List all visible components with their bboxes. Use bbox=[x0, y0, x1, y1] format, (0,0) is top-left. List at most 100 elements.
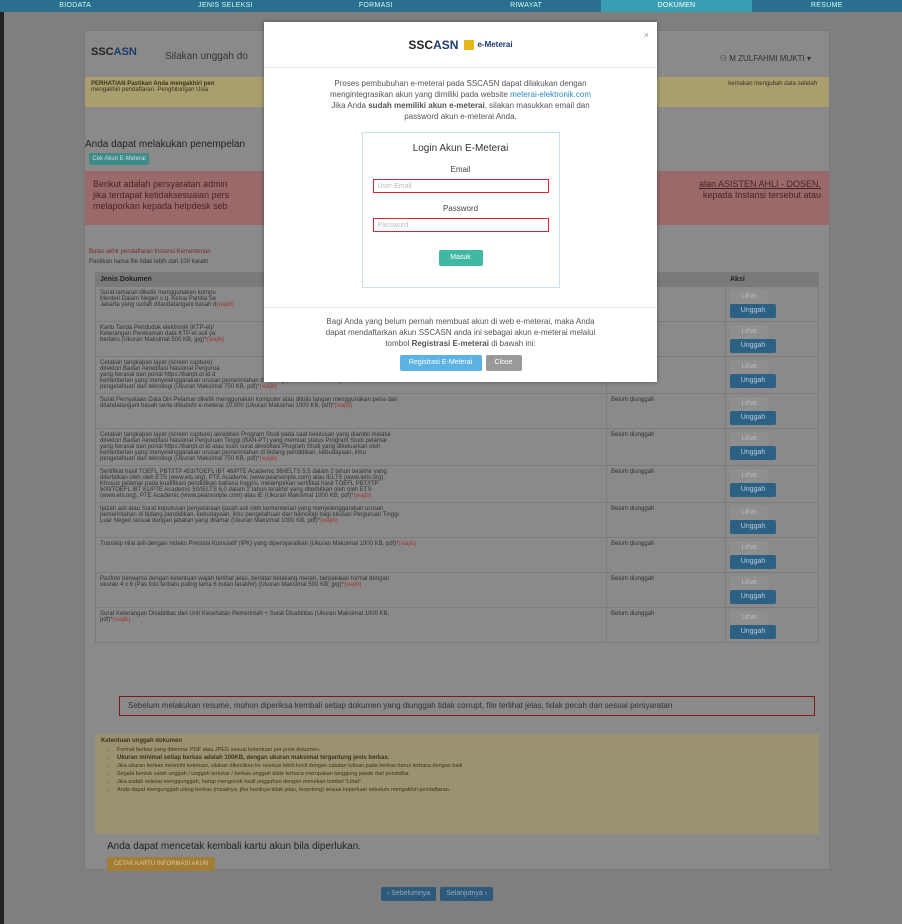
step-dokumen[interactable]: DOKUMEN bbox=[601, 0, 752, 12]
table-row: Cetakan tangkapan layar (screen capture)… bbox=[95, 428, 819, 466]
document-actions: LihatUnggah bbox=[725, 465, 819, 503]
unggah-button[interactable]: Unggah bbox=[730, 483, 776, 497]
ketentuan-item: Anda dapat mengunggah ulang berkas (misa… bbox=[117, 786, 813, 794]
document-description: Pasfoto berwarna dengan ketentuan wajah … bbox=[95, 572, 607, 608]
unggah-button[interactable]: Unggah bbox=[730, 555, 776, 569]
lihat-button[interactable]: Lihat bbox=[730, 506, 768, 520]
emeterai-icon bbox=[464, 39, 475, 50]
resume-warning: Sebelum melakukan resume, mohon diperiks… bbox=[119, 696, 815, 716]
deadline-note: Batas akhir pendaftaran Instansi Kemente… bbox=[89, 249, 211, 255]
filename-note: Pastikan nama file tidak lebih dari 100 … bbox=[89, 259, 209, 265]
password-label: Password bbox=[442, 204, 479, 213]
modal-footer: Bagi Anda yang belum pernah membuat akun… bbox=[264, 307, 657, 371]
unggah-button[interactable]: Unggah bbox=[730, 304, 776, 318]
page-instruction: Silakan unggah do bbox=[165, 51, 248, 62]
close-button[interactable]: Close bbox=[485, 355, 522, 371]
wajib-label: (wajib) bbox=[259, 384, 278, 390]
step-bar: BIODATA JENIS SELEKSI FORMASI RIWAYAT DOKUME… bbox=[0, 0, 902, 12]
cek-akun-emeterai-button[interactable]: Cek Akun E-Meterai bbox=[89, 153, 149, 165]
login-title: Login Akun E-Meterai bbox=[412, 143, 509, 154]
lihat-button[interactable]: Lihat bbox=[730, 469, 768, 483]
step-formasi[interactable]: FORMASI bbox=[301, 0, 451, 12]
table-row: Ijazah asli atau Surat keputusan penyeta… bbox=[95, 502, 819, 538]
modal-body: Proses pembubuhan e-meterai pada SSCASN … bbox=[264, 68, 657, 288]
wajib-label: (wajib) bbox=[206, 337, 225, 343]
lihat-button[interactable]: Lihat bbox=[730, 360, 768, 374]
wajib-label: (wajib) bbox=[334, 403, 353, 409]
cetak-kartu-button[interactable]: CETAK KARTU INFORMASI AKUN bbox=[107, 857, 215, 871]
step-resume[interactable]: RESUME bbox=[752, 0, 902, 12]
wajib-label: (wajib) bbox=[398, 541, 417, 547]
sscasn-logo: SSCASN bbox=[408, 37, 459, 52]
wajib-label: (wajib) bbox=[353, 493, 372, 499]
email-field[interactable]: User Email bbox=[372, 179, 549, 193]
lihat-button[interactable]: Lihat bbox=[730, 576, 768, 590]
table-row: Surat Keterangan Disabilitas dari Unit K… bbox=[95, 607, 819, 643]
document-description: Surat Keterangan Disabilitas dari Unit K… bbox=[95, 607, 607, 643]
wajib-label: (wajib) bbox=[343, 582, 362, 588]
step-jenis-seleksi[interactable]: JENIS SELEKSI bbox=[150, 0, 300, 12]
step-biodata[interactable]: BIODATA bbox=[0, 0, 150, 12]
step-riwayat[interactable]: RIWAYAT bbox=[451, 0, 601, 12]
meterai-link[interactable]: meterai-elektronik.com bbox=[510, 90, 591, 99]
lihat-button[interactable]: Lihat bbox=[730, 432, 768, 446]
prev-button[interactable]: ‹ Sebelumnya bbox=[381, 887, 437, 901]
close-icon[interactable]: × bbox=[644, 30, 649, 40]
document-description: Cetakan tangkapan layar (screen capture)… bbox=[95, 428, 607, 466]
document-description: Transkip nilai asli dengan Indeks Presta… bbox=[95, 537, 607, 573]
document-status: Belum diunggah bbox=[606, 393, 726, 429]
unggah-button[interactable]: Unggah bbox=[730, 625, 776, 639]
sscasn-logo: SSCASN bbox=[91, 46, 137, 58]
user-icon: ⚇ bbox=[719, 54, 730, 63]
lihat-button[interactable]: Lihat bbox=[730, 397, 768, 411]
ketentuan-list: Format berkas yang diterima: PDF atau JP… bbox=[117, 746, 813, 794]
unggah-button[interactable]: Unggah bbox=[730, 411, 776, 425]
unggah-button[interactable]: Unggah bbox=[730, 374, 776, 388]
unggah-button[interactable]: Unggah bbox=[730, 520, 776, 534]
unggah-button[interactable]: Unggah bbox=[730, 339, 776, 353]
ketentuan-item: Segala bentuk salah unggah / unggah tert… bbox=[117, 770, 813, 778]
page-frame: BIODATA JENIS SELEKSI FORMASI RIWAYAT DOKUME… bbox=[0, 0, 902, 924]
ketentuan-item: Jika sudah selesai menggunggah, harap me… bbox=[117, 778, 813, 786]
next-button[interactable]: Selanjutnya › bbox=[440, 887, 494, 901]
password-field[interactable]: Password bbox=[372, 218, 549, 232]
document-actions: LihatUnggah bbox=[725, 428, 819, 466]
masuk-button[interactable]: Masuk bbox=[438, 250, 483, 266]
registrasi-emeterai-button[interactable]: Registrasi E-Meterai bbox=[399, 355, 482, 371]
document-actions: LihatUnggah bbox=[725, 321, 819, 357]
document-description: Surat Pernyataan Data Diri Pelamar diket… bbox=[95, 393, 607, 429]
unggah-button[interactable]: Unggah bbox=[730, 590, 776, 604]
wajib-label: (wajib) bbox=[216, 302, 235, 308]
wajib-label: (wajib) bbox=[259, 456, 278, 462]
wajib-label: (wajib) bbox=[320, 518, 338, 524]
user-menu[interactable]: ⚇ M ZULFAHMI MUKTI ▾ bbox=[720, 54, 811, 63]
document-actions: LihatUnggah bbox=[725, 537, 819, 573]
emeterai-section-title: Anda dapat melakukan penempelan bbox=[85, 139, 246, 150]
ketentuan-item: Ukuran minimal setiap berkas adalah 100K… bbox=[117, 754, 813, 762]
table-row: Pasfoto berwarna dengan ketentuan wajah … bbox=[95, 572, 819, 608]
table-row: Surat Pernyataan Data Diri Pelamar diket… bbox=[95, 393, 819, 429]
document-description: Ijazah asli atau Surat keputusan penyeta… bbox=[95, 502, 607, 538]
ketentuan-item: Format berkas yang diterima: PDF atau JP… bbox=[117, 746, 813, 754]
lihat-button[interactable]: Lihat bbox=[730, 541, 768, 555]
login-form: Login Akun E-Meterai Email User Email Pa… bbox=[361, 132, 560, 288]
lihat-button[interactable]: Lihat bbox=[730, 290, 768, 304]
col-aksi: Aksi bbox=[725, 272, 819, 287]
document-actions: LihatUnggah bbox=[725, 286, 819, 322]
ketentuan-box: Ketentuan unggah dokumen Format berkas y… bbox=[95, 734, 819, 834]
lihat-button[interactable]: Lihat bbox=[730, 611, 768, 625]
lihat-button[interactable]: Lihat bbox=[730, 325, 768, 339]
wajib-label: (wajib) bbox=[112, 617, 131, 623]
document-actions: LihatUnggah bbox=[725, 393, 819, 429]
document-actions: LihatUnggah bbox=[725, 356, 819, 394]
document-status: Belum diunggah bbox=[606, 465, 726, 503]
document-actions: LihatUnggah bbox=[725, 607, 819, 643]
document-status: Belum diunggah bbox=[606, 572, 726, 608]
document-status: Belum diunggah bbox=[606, 502, 726, 538]
emeterai-modal: × SSCASN e-Meterai Proses pembubuhan e-m… bbox=[264, 22, 657, 382]
ketentuan-item: Jika ukuran berkas melebihi ketetuan, si… bbox=[117, 762, 813, 770]
document-status: Belum diunggah bbox=[606, 607, 726, 643]
document-description: Sertifikat hasil TOEFL PBT/ITP 453/TOEFL… bbox=[95, 465, 607, 503]
unggah-button[interactable]: Unggah bbox=[730, 446, 776, 460]
cetak-text: Anda dapat mencetak kembali kartu akun b… bbox=[107, 841, 362, 852]
